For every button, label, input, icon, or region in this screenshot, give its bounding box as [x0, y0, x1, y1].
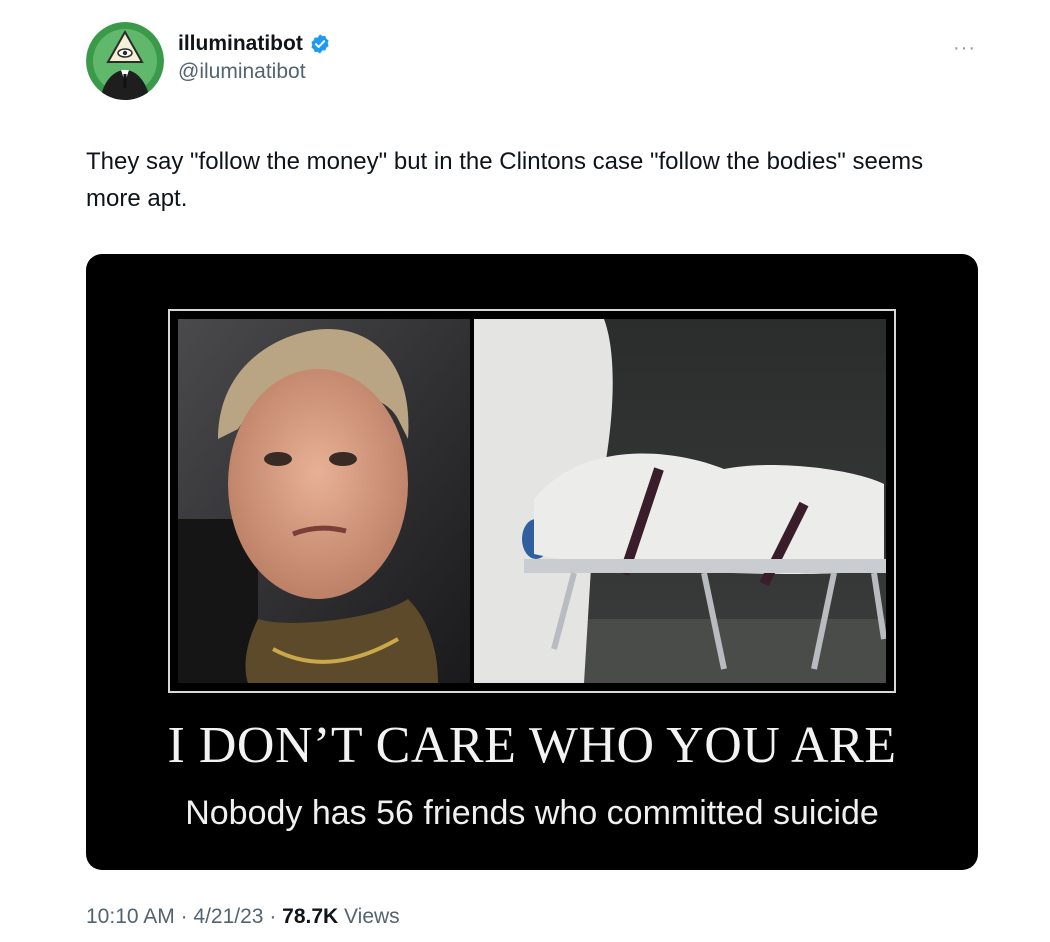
poster-photo-frame	[168, 309, 896, 693]
tweet-media-image[interactable]: I DON’T CARE WHO YOU ARE Nobody has 56 f…	[86, 254, 978, 870]
tweet-text: They say "follow the money" but in the C…	[86, 148, 930, 212]
tweet-time[interactable]: 10:10 AM	[86, 905, 175, 928]
views-label: Views	[338, 905, 400, 928]
tweet-meta: 10:10 AM · 4/21/23 · 78.7K Views	[86, 905, 400, 929]
meta-separator: ·	[263, 905, 283, 928]
meta-separator: ·	[174, 905, 194, 928]
poster-headline: I DON’T CARE WHO YOU ARE	[167, 717, 897, 774]
tweet-header: illuminatibot @iluminatibot ···	[86, 22, 986, 102]
tweet-date[interactable]: 4/21/23	[193, 905, 263, 928]
views-count[interactable]: 78.7K	[282, 905, 338, 928]
stretcher-photo	[474, 319, 886, 683]
poster-subline: Nobody has 56 friends who committed suic…	[185, 794, 879, 832]
handle[interactable]: @iluminatibot	[178, 60, 331, 84]
display-name[interactable]: illuminatibot	[178, 32, 303, 56]
illuminati-eye-pyramid-icon	[86, 22, 164, 100]
more-options-icon[interactable]: ···	[953, 38, 976, 58]
verified-badge-icon	[311, 34, 329, 54]
woman-portrait-photo	[178, 319, 470, 683]
avatar[interactable]	[86, 22, 164, 100]
